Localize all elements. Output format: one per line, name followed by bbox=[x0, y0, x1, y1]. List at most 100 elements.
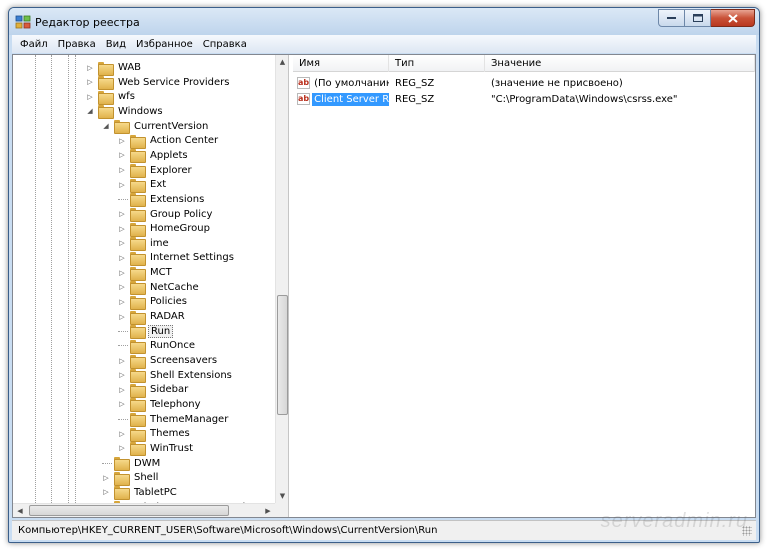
tree-item[interactable]: ▷ Screensavers bbox=[117, 353, 219, 369]
value-row-default[interactable]: ab (По умолчанию) REG_SZ (значение не пр… bbox=[293, 75, 755, 91]
scroll-thumb[interactable] bbox=[277, 295, 288, 415]
tree-item[interactable]: ▷ Group Policy bbox=[117, 207, 214, 222]
expand-arrow-icon[interactable]: ▷ bbox=[117, 399, 127, 409]
folder-icon bbox=[130, 295, 146, 310]
folder-icon bbox=[130, 354, 146, 369]
maximize-button[interactable] bbox=[685, 9, 711, 27]
tree-item[interactable]: ▷ WinTrust bbox=[117, 441, 195, 457]
tree-item[interactable]: ▷Extensions bbox=[117, 192, 206, 208]
minimize-button[interactable] bbox=[658, 9, 685, 27]
tree-item[interactable]: ▷ Ext bbox=[117, 177, 168, 193]
column-type-header[interactable]: Тип bbox=[389, 55, 485, 72]
tree-item-label: Sidebar bbox=[150, 384, 189, 396]
tree-item[interactable]: ▷ Shell Extensions bbox=[117, 368, 234, 384]
expand-arrow-icon[interactable]: ▷ bbox=[101, 487, 111, 497]
expand-arrow-icon[interactable]: ▷ bbox=[117, 136, 127, 146]
scroll-right-icon[interactable]: ▶ bbox=[261, 504, 275, 517]
folder-icon bbox=[98, 105, 114, 120]
tree-item[interactable]: ▷ Action Center bbox=[117, 133, 220, 149]
tree-item-label: WinTrust bbox=[150, 442, 194, 454]
scroll-thumb-horizontal[interactable] bbox=[29, 505, 229, 516]
tree-guide-line bbox=[68, 55, 69, 503]
menu-view[interactable]: Вид bbox=[102, 39, 132, 50]
expand-arrow-icon[interactable]: ▷ bbox=[117, 443, 127, 453]
tree-item[interactable]: ▷ Internet Settings bbox=[117, 250, 236, 266]
menu-file[interactable]: Файл bbox=[16, 39, 54, 50]
tree-item[interactable]: ◢ CurrentVersion bbox=[101, 119, 210, 135]
registry-editor-icon bbox=[15, 15, 31, 29]
client-area: ▷ WAB ▷ Web Service Providers ▷ wfs ◢ Windows ◢ C… bbox=[12, 54, 756, 518]
column-data-header[interactable]: Значение bbox=[485, 55, 755, 72]
folder-icon bbox=[114, 120, 130, 135]
window-title: Редактор реестра bbox=[35, 16, 140, 29]
tree-item[interactable]: ▷Run bbox=[117, 324, 174, 340]
tree-item[interactable]: ▷ Sidebar bbox=[117, 382, 190, 398]
tree-item[interactable]: ▷ Policies bbox=[117, 294, 189, 310]
expand-arrow-icon[interactable]: ▷ bbox=[117, 253, 127, 263]
close-button[interactable] bbox=[711, 9, 755, 27]
tree-item-label: RunOnce bbox=[150, 340, 196, 352]
menu-help[interactable]: Справка bbox=[199, 39, 253, 50]
expand-arrow-icon[interactable]: ▷ bbox=[117, 282, 127, 292]
tree-item-label: Shell Extensions bbox=[150, 369, 232, 381]
expand-arrow-icon[interactable]: ▷ bbox=[117, 297, 127, 307]
tree-item[interactable]: ▷ MCT bbox=[117, 265, 174, 281]
tree-item[interactable]: ▷ThemeManager bbox=[117, 412, 230, 428]
expand-arrow-icon[interactable]: ▷ bbox=[117, 180, 127, 190]
tree-vertical-scrollbar[interactable]: ▲ ▼ bbox=[275, 55, 288, 503]
tree-item[interactable]: ▷ wfs bbox=[85, 89, 137, 105]
expand-arrow-icon[interactable]: ▷ bbox=[117, 224, 127, 234]
tree-item[interactable]: ▷ Themes bbox=[117, 426, 192, 442]
expand-arrow-icon[interactable]: ▷ bbox=[117, 150, 127, 160]
tree-item[interactable]: ▷ RADAR bbox=[117, 309, 187, 325]
tree-item[interactable]: ▷ Explorer bbox=[117, 163, 194, 179]
tree-item[interactable]: ▷ Web Service Providers bbox=[85, 75, 232, 91]
expand-arrow-icon[interactable]: ▷ bbox=[85, 77, 95, 87]
tree-item[interactable]: ▷ ime bbox=[117, 236, 171, 252]
tree-item[interactable]: ▷ TabletPC bbox=[101, 485, 179, 501]
folder-icon bbox=[130, 383, 146, 398]
expand-arrow-icon[interactable]: ▷ bbox=[117, 385, 127, 395]
folder-icon bbox=[130, 208, 146, 222]
tree-horizontal-scrollbar[interactable]: ◀ ▶ bbox=[13, 503, 275, 517]
tree-item[interactable]: ▷ HomeGroup bbox=[117, 221, 212, 237]
tree-item-label: Run bbox=[148, 324, 174, 338]
expand-arrow-icon[interactable]: ▷ bbox=[117, 209, 127, 219]
column-name-header[interactable]: Имя bbox=[293, 55, 389, 72]
scroll-down-icon[interactable]: ▼ bbox=[276, 489, 288, 503]
tree-item[interactable]: ▷ NetCache bbox=[117, 280, 201, 296]
scroll-up-icon[interactable]: ▲ bbox=[276, 55, 288, 69]
expand-arrow-icon[interactable]: ▷ bbox=[117, 356, 127, 366]
menu-favorites[interactable]: Избранное bbox=[132, 39, 199, 50]
tree-item[interactable]: ▷ Shell bbox=[101, 470, 160, 486]
tree-item[interactable]: ◢ Windows bbox=[85, 104, 165, 120]
collapse-arrow-icon[interactable]: ◢ bbox=[85, 106, 95, 116]
tree-item[interactable]: ▷ Telephony bbox=[117, 397, 203, 413]
value-row-client-server[interactable]: ab Client Server Ru... REG_SZ "C:\Progra… bbox=[293, 91, 755, 107]
scroll-left-icon[interactable]: ◀ bbox=[13, 504, 27, 517]
tree-item-label: Screensavers bbox=[150, 355, 218, 366]
folder-icon bbox=[130, 442, 146, 457]
folder-icon bbox=[98, 61, 114, 76]
folder-icon bbox=[130, 251, 146, 266]
tree-item[interactable]: ▷DWM bbox=[101, 456, 162, 472]
expand-arrow-icon[interactable]: ▷ bbox=[117, 312, 127, 322]
collapse-arrow-icon[interactable]: ◢ bbox=[101, 121, 111, 131]
expand-arrow-icon[interactable]: ▷ bbox=[117, 238, 127, 248]
folder-icon bbox=[130, 266, 146, 281]
menu-edit[interactable]: Правка bbox=[54, 39, 102, 50]
close-icon bbox=[727, 13, 738, 23]
expand-arrow-icon[interactable]: ▷ bbox=[117, 268, 127, 278]
tree-item[interactable]: ▷ Applets bbox=[117, 148, 190, 164]
expand-arrow-icon[interactable]: ▷ bbox=[117, 370, 127, 380]
folder-icon bbox=[114, 486, 130, 501]
expand-arrow-icon[interactable]: ▷ bbox=[85, 92, 95, 102]
tree-item[interactable]: ▷RunOnce bbox=[117, 338, 197, 354]
title-bar[interactable]: Редактор реестра bbox=[9, 8, 759, 35]
tree-item[interactable]: ▷ WAB bbox=[85, 60, 143, 76]
expand-arrow-icon[interactable]: ▷ bbox=[117, 429, 127, 439]
folder-icon bbox=[130, 193, 146, 208]
expand-arrow-icon[interactable]: ▷ bbox=[117, 165, 127, 175]
expand-arrow-icon[interactable]: ▷ bbox=[85, 63, 95, 73]
expand-arrow-icon[interactable]: ▷ bbox=[101, 473, 111, 483]
